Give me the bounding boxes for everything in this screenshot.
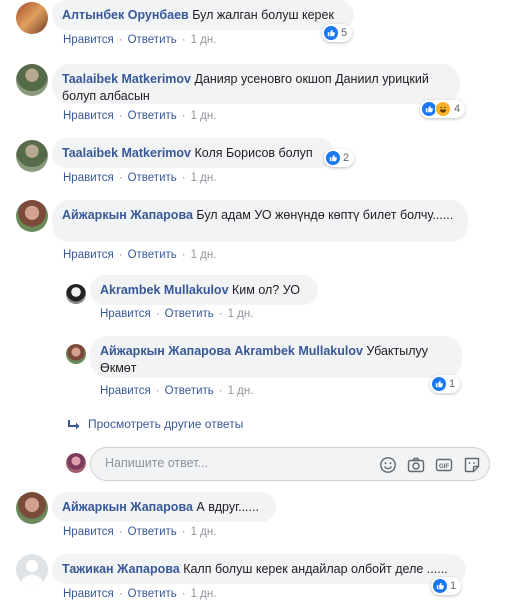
comment-text: Калп болуш керек андайлар олбойт деле ..…	[183, 562, 448, 576]
like-icon	[432, 377, 446, 391]
reaction-count[interactable]: 5	[322, 24, 353, 42]
like-icon	[324, 26, 338, 40]
comment-actions: Нравится · Ответить · 1 дн.	[63, 34, 217, 46]
timestamp[interactable]: 1 дн.	[191, 34, 217, 46]
reply-input[interactable]	[103, 455, 367, 471]
comment-text: Бул адам УО жөнүндө көптү билет болчу...…	[196, 208, 454, 222]
reply-text: Ким ол? УО	[232, 283, 300, 297]
comment-bubble: Taalaibek Matkerimov Коля Борисов болуп	[52, 138, 334, 168]
reply-author[interactable]: Akrambek Mullakulov	[100, 283, 229, 297]
timestamp[interactable]: 1 дн.	[191, 110, 217, 122]
reply-link[interactable]: Ответить	[165, 385, 214, 397]
avatar[interactable]	[16, 200, 48, 232]
comment-text: А вдруг......	[196, 500, 259, 514]
comment-author[interactable]: Алтынбек Орунбаев	[62, 8, 189, 22]
comment-author[interactable]: Taalaibek Matkerimov	[62, 72, 191, 86]
like-link[interactable]: Нравится	[100, 385, 151, 397]
comment-actions: Нравится · Ответить · 1 дн.	[63, 526, 217, 538]
reply-arrow-icon	[68, 419, 80, 430]
more-replies-label: Просмотреть другие ответы	[88, 417, 244, 431]
mention-link[interactable]: Akrambek Mullakulov	[234, 344, 363, 358]
like-link[interactable]: Нравится	[63, 526, 114, 538]
like-icon	[422, 102, 436, 116]
comment-bubble: Айжаркын Жапарова Бул адам УО жөнүндө кө…	[52, 200, 468, 242]
comment-author[interactable]: Тажикан Жапарова	[62, 562, 180, 576]
reply-actions: Нравится · Ответить · 1 дн.	[100, 385, 254, 397]
gif-icon[interactable]: GIF	[435, 456, 453, 474]
comment-bubble: Taalaibek Matkerimov Данияр усеновго окш…	[52, 64, 460, 104]
haha-icon	[435, 101, 451, 117]
reply-link[interactable]: Ответить	[128, 249, 177, 261]
svg-text:GIF: GIF	[439, 464, 449, 470]
comment-actions: Нравится · Ответить · 1 дн.	[63, 110, 217, 122]
reaction-count[interactable]: 1	[431, 577, 462, 595]
timestamp[interactable]: 1 дн.	[191, 588, 217, 600]
like-link[interactable]: Нравится	[63, 172, 114, 184]
comment-bubble: Тажикан Жапарова Калп болуш керек андайл…	[52, 554, 466, 584]
avatar-placeholder[interactable]	[16, 554, 48, 586]
reaction-count[interactable]: 1	[430, 375, 461, 393]
comment-author[interactable]: Taalaibek Matkerimov	[62, 146, 191, 160]
reply-link[interactable]: Ответить	[128, 110, 177, 122]
avatar	[66, 453, 86, 473]
like-link[interactable]: Нравится	[63, 110, 114, 122]
like-link[interactable]: Нравится	[63, 34, 114, 46]
reply-author[interactable]: Айжаркын Жапарова	[100, 344, 231, 358]
reaction-number: 5	[341, 27, 348, 39]
avatar[interactable]	[16, 2, 48, 34]
timestamp[interactable]: 1 дн.	[191, 526, 217, 538]
like-icon	[433, 579, 447, 593]
reaction-number: 2	[343, 152, 350, 164]
comment-bubble: Алтынбек Орунбаев Бул жалган болуш керек	[52, 0, 354, 30]
reaction-number: 1	[450, 580, 457, 592]
reply-link[interactable]: Ответить	[128, 34, 177, 46]
reply-bubble: Айжаркын Жапарова Akrambek Mullakulov Уб…	[90, 336, 462, 378]
like-icon	[326, 151, 340, 165]
reply-input-box[interactable]: GIF	[90, 447, 490, 481]
avatar[interactable]	[66, 344, 86, 364]
timestamp[interactable]: 1 дн.	[228, 385, 254, 397]
comment-author[interactable]: Айжаркын Жапарова	[62, 500, 193, 514]
like-link[interactable]: Нравится	[63, 249, 114, 261]
reply-link[interactable]: Ответить	[128, 172, 177, 184]
reply-actions: Нравится · Ответить · 1 дн.	[100, 308, 254, 320]
avatar[interactable]	[16, 492, 48, 524]
avatar[interactable]	[16, 64, 48, 96]
emoji-icon[interactable]	[379, 456, 397, 474]
timestamp[interactable]: 1 дн.	[191, 172, 217, 184]
like-link[interactable]: Нравится	[100, 308, 151, 320]
comment-bubble: Айжаркын Жапарова А вдруг......	[52, 492, 276, 522]
comment-text: Бул жалган болуш керек	[192, 8, 334, 22]
reply-link[interactable]: Ответить	[165, 308, 214, 320]
comment-actions: Нравится · Ответить · 1 дн.	[63, 249, 217, 261]
avatar[interactable]	[66, 284, 86, 304]
sticker-icon[interactable]	[463, 456, 481, 474]
comment-text: Коля Борисов болуп	[194, 146, 313, 160]
timestamp[interactable]: 1 дн.	[191, 249, 217, 261]
comment-author[interactable]: Айжаркын Жапарова	[62, 208, 193, 222]
reply-bubble: Akrambek Mullakulov Ким ол? УО	[90, 275, 318, 305]
reaction-count[interactable]: 2	[324, 149, 355, 167]
comment-actions: Нравится · Ответить · 1 дн.	[63, 172, 217, 184]
comment-actions: Нравится · Ответить · 1 дн.	[63, 588, 217, 600]
reaction-number: 4	[454, 103, 461, 115]
like-link[interactable]: Нравится	[63, 588, 114, 600]
reply-link[interactable]: Ответить	[128, 588, 177, 600]
avatar[interactable]	[16, 140, 48, 172]
timestamp[interactable]: 1 дн.	[228, 308, 254, 320]
reply-link[interactable]: Ответить	[128, 526, 177, 538]
reaction-number: 1	[449, 378, 456, 390]
camera-icon[interactable]	[407, 456, 425, 474]
reaction-count[interactable]: 4	[420, 100, 466, 118]
more-replies-link[interactable]: Просмотреть другие ответы	[68, 417, 243, 431]
